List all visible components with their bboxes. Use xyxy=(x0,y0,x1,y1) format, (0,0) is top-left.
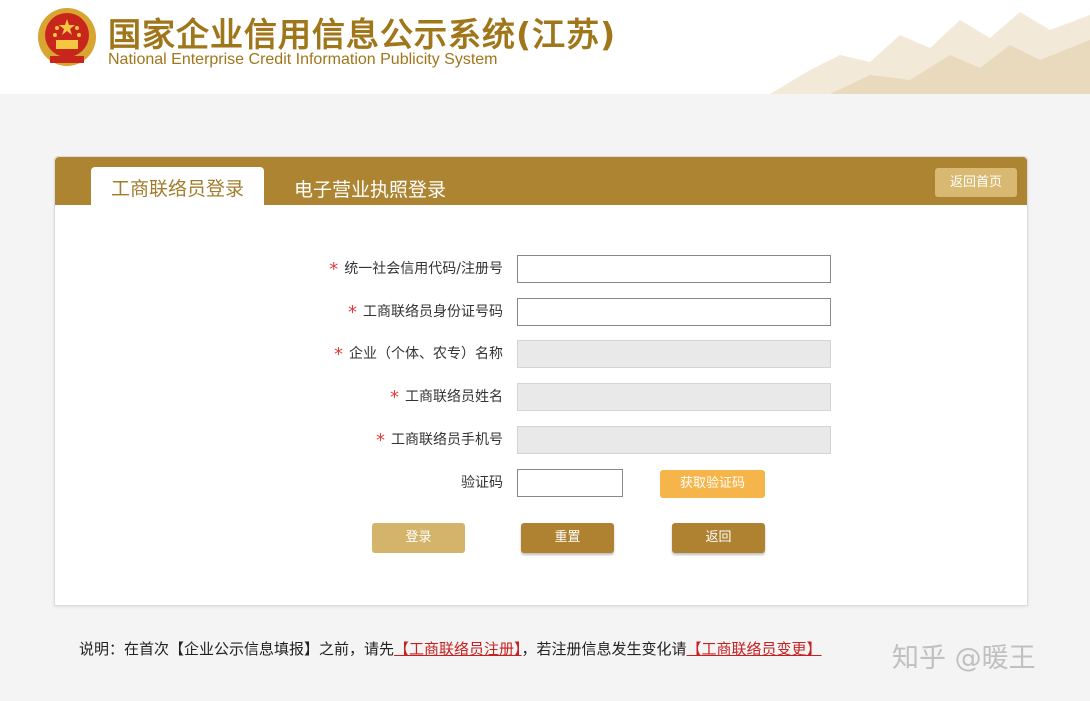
captcha-input[interactable] xyxy=(517,469,623,497)
form-row-credit-code: * 统一社会信用代码/注册号 xyxy=(55,255,1027,283)
liaison-name-label: * 工商联络员姓名 xyxy=(390,387,503,408)
required-star-icon: * xyxy=(390,387,399,408)
form-row-enterprise-name: * 企业（个体、农专）名称 xyxy=(55,340,1027,368)
login-button[interactable]: 登录 xyxy=(372,523,465,553)
required-star-icon: * xyxy=(334,344,343,365)
liaison-phone-label: * 工商联络员手机号 xyxy=(376,430,503,451)
enterprise-name-label: * 企业（个体、农专）名称 xyxy=(334,344,503,365)
required-star-icon: * xyxy=(348,302,357,323)
enterprise-name-input xyxy=(517,340,831,368)
form-row-liaison-phone: * 工商联络员手机号 xyxy=(55,426,1027,454)
form-row-captcha: 验证码 获取验证码 xyxy=(55,469,1027,498)
required-star-icon: * xyxy=(329,259,339,280)
form-row-id-number: * 工商联络员身份证号码 xyxy=(55,298,1027,326)
form-row-liaison-name: * 工商联络员姓名 xyxy=(55,383,1027,411)
site-header: 国家企业信用信息公示系统(江苏) National Enterprise Cre… xyxy=(0,0,1090,94)
site-subtitle: National Enterprise Credit Information P… xyxy=(108,51,498,68)
mountain-decoration xyxy=(770,12,1090,94)
zhihu-watermark: 知乎 @暖王 xyxy=(892,643,1036,674)
get-verification-code-button[interactable]: 获取验证码 xyxy=(660,470,765,498)
tab-e-license-login[interactable]: 电子营业执照登录 xyxy=(294,167,446,205)
panel-tab-bar: 工商联络员登录 电子营业执照登录 返回首页 xyxy=(55,157,1027,205)
id-number-input[interactable] xyxy=(517,298,831,326)
liaison-name-input xyxy=(517,383,831,411)
liaison-phone-input xyxy=(517,426,831,454)
required-star-icon: * xyxy=(376,430,385,451)
credit-code-input[interactable] xyxy=(517,255,831,283)
site-title: 国家企业信用信息公示系统(江苏) xyxy=(108,15,617,54)
instruction-note: 说明：在首次【企业公示信息填报】之前，请先【工商联络员注册】，若注册信息发生变化… xyxy=(79,640,822,658)
credit-code-label: * 统一社会信用代码/注册号 xyxy=(329,259,503,280)
back-button[interactable]: 返回 xyxy=(672,523,765,553)
tab-liaison-login[interactable]: 工商联络员登录 xyxy=(91,167,264,205)
liaison-register-link[interactable]: 【工商联络员注册】 xyxy=(394,640,522,658)
national-emblem-icon xyxy=(38,8,96,66)
id-number-label: * 工商联络员身份证号码 xyxy=(348,302,503,323)
liaison-change-link[interactable]: 【工商联络员变更】 xyxy=(687,640,822,658)
login-panel: 工商联络员登录 电子营业执照登录 返回首页 * 统一社会信用代码/注册号 * 工商联… xyxy=(54,156,1028,606)
reset-button[interactable]: 重置 xyxy=(521,523,614,553)
back-home-button[interactable]: 返回首页 xyxy=(935,168,1017,197)
captcha-label: 验证码 xyxy=(461,475,503,491)
